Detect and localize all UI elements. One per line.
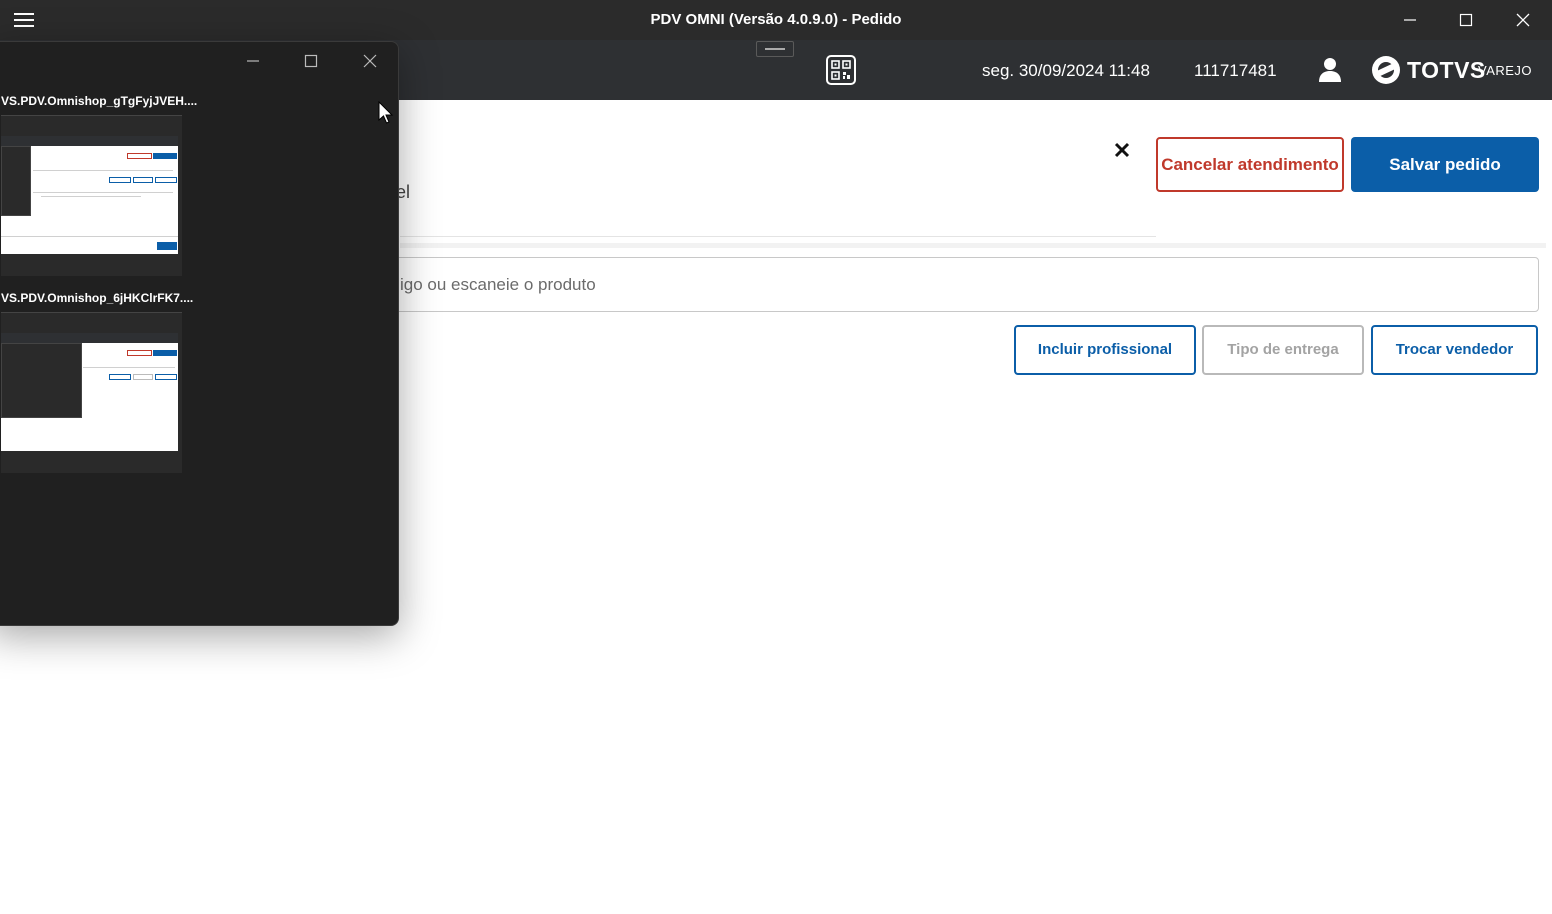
thumbnail-screenshot <box>1 333 178 451</box>
preview-label[interactable]: VS.PDV.Omnishop_gTgFyjJVEH.... <box>1 94 197 108</box>
product-search-input[interactable]: igo ou escaneie o produto <box>391 257 1539 312</box>
change-seller-button[interactable]: Trocar vendedor <box>1371 325 1538 375</box>
overlay-minimize-icon[interactable] <box>233 48 273 74</box>
delivery-type-button: Tipo de entrega <box>1202 325 1364 375</box>
window-thumbnail[interactable] <box>1 313 182 473</box>
qr-code-icon[interactable] <box>826 55 856 85</box>
mouse-cursor-icon <box>378 100 394 125</box>
window-preview-overlay: VS.PDV.Omnishop_gTgFyjJVEH.... VS.PDV.Om… <box>0 41 399 626</box>
cancel-service-button[interactable]: Cancelar atendimento <box>1156 137 1344 192</box>
title-bar: PDV OMNI (Versão 4.0.9.0) - Pedido <box>0 0 1552 40</box>
terminal-id: 111717481 <box>1194 61 1277 80</box>
datetime: seg. 30/09/2024 11:48 <box>982 61 1150 80</box>
logo-brand: TOTVS <box>1407 57 1486 83</box>
save-order-button[interactable]: Salvar pedido <box>1351 137 1539 192</box>
divider <box>400 236 1156 237</box>
thumbnail-screenshot <box>1 136 178 254</box>
minimize-icon[interactable] <box>1382 0 1438 40</box>
include-professional-button[interactable]: Incluir profissional <box>1014 325 1196 375</box>
user-icon[interactable] <box>1318 57 1342 83</box>
close-icon[interactable] <box>1495 0 1551 40</box>
overlay-close-icon[interactable] <box>350 48 390 74</box>
divider <box>400 243 1546 248</box>
preview-label[interactable]: VS.PDV.Omnishop_6jHKClrFK7.... <box>1 291 193 305</box>
close-order-icon[interactable] <box>1110 138 1134 162</box>
window-thumbnail[interactable] <box>1 116 182 276</box>
drag-handle[interactable] <box>756 41 794 57</box>
overlay-maximize-icon[interactable] <box>291 48 331 74</box>
search-placeholder: igo ou escaneie o produto <box>400 275 596 294</box>
totvs-logo-icon <box>1372 56 1400 84</box>
window-title: PDV OMNI (Versão 4.0.9.0) - Pedido <box>650 11 902 28</box>
logo-sub: VAREJO <box>1478 63 1533 78</box>
maximize-icon[interactable] <box>1438 0 1494 40</box>
